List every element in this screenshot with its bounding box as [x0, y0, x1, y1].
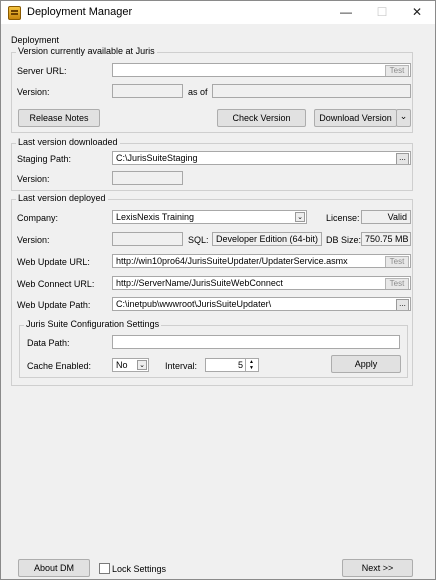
available-group-label: Version currently available at Juris	[16, 46, 157, 56]
license-label: License:	[326, 213, 360, 223]
release-notes-button[interactable]: Release Notes	[18, 109, 100, 127]
window-title: Deployment Manager	[27, 6, 133, 18]
web-connect-url-test-button[interactable]: Test	[385, 278, 409, 289]
deployed-version-field	[112, 232, 183, 246]
web-connect-url-field[interactable]: http://ServerName/JurisSuiteWebConnect T…	[112, 276, 411, 290]
server-url-label: Server URL:	[17, 66, 67, 76]
maximize-button: ☐	[376, 5, 388, 19]
chevron-down-icon[interactable]: ⌄	[295, 212, 305, 222]
as-of-field	[212, 84, 411, 98]
web-update-url-field[interactable]: http://win10pro64/JurisSuiteUpdater/Upda…	[112, 254, 411, 268]
apply-button[interactable]: Apply	[331, 355, 401, 373]
web-connect-url-value: http://ServerName/JurisSuiteWebConnect	[116, 278, 283, 288]
cache-enabled-label: Cache Enabled:	[27, 361, 92, 371]
next-button[interactable]: Next >>	[342, 559, 413, 577]
staging-path-label: Staging Path:	[17, 154, 72, 164]
server-url-field[interactable]: Test	[112, 63, 411, 77]
downloaded-version-label: Version:	[17, 174, 50, 184]
web-update-path-value: C:\inetpub\wwwroot\JurisSuiteUpdater\	[116, 299, 272, 309]
company-label: Company:	[17, 213, 59, 223]
as-of-label: as of	[188, 87, 208, 97]
downloaded-group-label: Last version downloaded	[16, 137, 120, 147]
chevron-down-icon[interactable]: ⌄	[137, 360, 147, 370]
config-group-label: Juris Suite Configuration Settings	[24, 319, 162, 329]
staging-path-field[interactable]: C:\JurisSuiteStaging ...	[112, 151, 411, 165]
web-update-url-test-button[interactable]: Test	[385, 256, 409, 267]
available-version-field	[112, 84, 183, 98]
data-path-label: Data Path:	[27, 338, 70, 348]
close-button[interactable]: ✕	[400, 1, 434, 23]
cache-enabled-select[interactable]: No ⌄	[112, 358, 149, 372]
download-version-button[interactable]: Download Version	[314, 109, 397, 127]
download-version-dropdown[interactable]: ⌄	[396, 109, 411, 127]
cache-enabled-value: No	[116, 360, 128, 370]
deployment-label: Deployment	[11, 35, 60, 45]
web-update-url-value: http://win10pro64/JurisSuiteUpdater/Upda…	[116, 256, 348, 266]
web-update-path-label: Web Update Path:	[17, 300, 91, 310]
server-url-test-button[interactable]: Test	[385, 65, 409, 76]
lock-settings-label: Lock Settings	[112, 564, 167, 574]
data-path-field[interactable]	[112, 335, 400, 349]
available-version-label: Version:	[17, 87, 50, 97]
deployment-manager-window: Deployment Manager — ☐ ✕ Deployment Vers…	[0, 0, 436, 580]
sql-field: Developer Edition (64-bit)	[212, 232, 322, 246]
web-update-path-browse-button[interactable]: ...	[396, 299, 409, 310]
sql-label: SQL:	[188, 235, 209, 245]
app-icon	[8, 6, 21, 20]
spin-down-icon[interactable]: ▼	[246, 365, 257, 371]
license-field: Valid	[361, 210, 411, 224]
company-select[interactable]: LexisNexis Training ⌄	[112, 210, 307, 224]
deployed-group-label: Last version deployed	[16, 193, 108, 203]
interval-label: Interval:	[165, 361, 198, 371]
interval-stepper[interactable]: 5 ▲ ▼	[205, 358, 259, 372]
db-size-field: 750.75 MB	[361, 232, 411, 246]
deployed-version-label: Version:	[17, 235, 50, 245]
staging-path-browse-button[interactable]: ...	[396, 153, 409, 164]
db-size-label: DB Size:	[326, 235, 362, 245]
web-update-path-field[interactable]: C:\inetpub\wwwroot\JurisSuiteUpdater\ ..…	[112, 297, 411, 311]
web-update-url-label: Web Update URL:	[17, 257, 90, 267]
web-connect-url-label: Web Connect URL:	[17, 279, 95, 289]
interval-spin-buttons[interactable]: ▲ ▼	[245, 359, 257, 371]
lock-settings-checkbox[interactable]	[99, 563, 110, 574]
company-value: LexisNexis Training	[116, 212, 195, 222]
interval-value: 5	[237, 360, 243, 370]
about-dm-button[interactable]: About DM	[18, 559, 90, 577]
check-version-button[interactable]: Check Version	[217, 109, 306, 127]
staging-path-value: C:\JurisSuiteStaging	[116, 153, 198, 163]
downloaded-version-field	[112, 171, 183, 185]
title-bar: Deployment Manager — ☐ ✕	[1, 1, 435, 24]
minimize-button[interactable]: —	[329, 1, 363, 23]
